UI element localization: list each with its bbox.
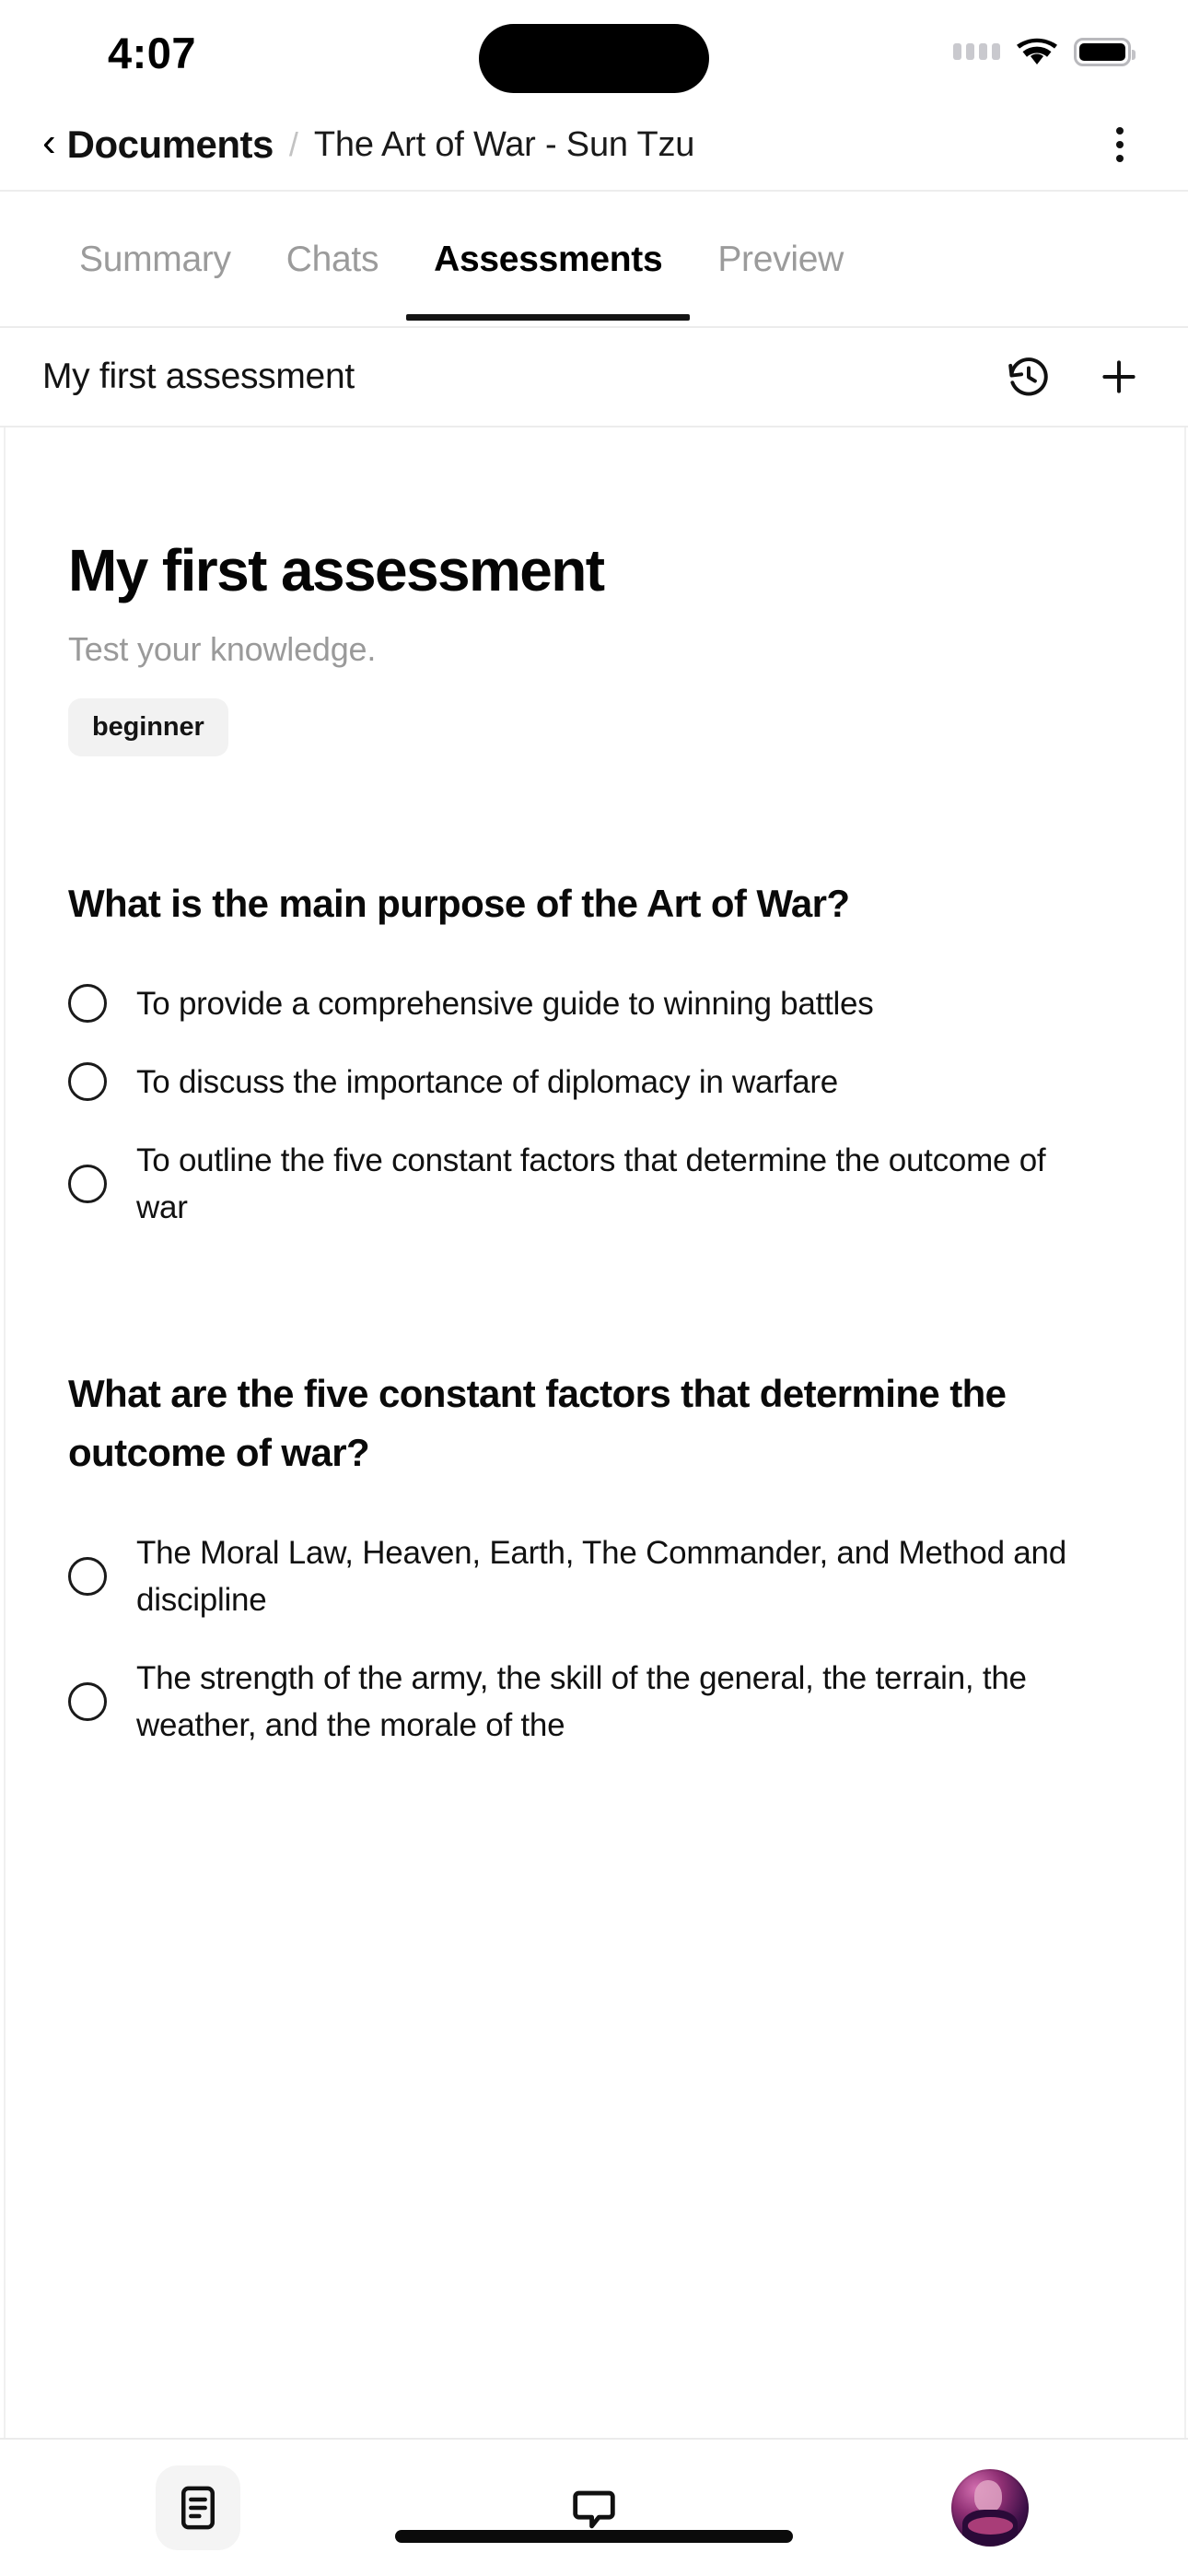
- signal-dots-icon: [953, 43, 1000, 60]
- radio-button-icon[interactable]: [68, 1681, 107, 1721]
- avatar[interactable]: [951, 2469, 1029, 2547]
- option-row[interactable]: The strength of the army, the skill of t…: [68, 1639, 1100, 1764]
- option-row[interactable]: To provide a comprehensive guide to winn…: [68, 965, 1100, 1043]
- tab-summary[interactable]: Summary: [52, 240, 259, 321]
- chevron-left-icon[interactable]: ‹: [42, 123, 56, 163]
- tab-chats[interactable]: Chats: [259, 240, 406, 321]
- plus-icon[interactable]: [1092, 350, 1146, 404]
- nav-item-documents[interactable]: [0, 2465, 396, 2550]
- question-text: What are the five constant factors that …: [68, 1371, 1007, 1474]
- assessment-name: My first assessment: [42, 357, 355, 396]
- assessment-actions: [1002, 350, 1146, 404]
- radio-button-icon[interactable]: [68, 1556, 107, 1596]
- question-block: What is the main purpose of the Art of W…: [68, 874, 1122, 1247]
- radio-button-icon[interactable]: [68, 1164, 107, 1203]
- assessment-scroll-area[interactable]: My first assessment Test your knowledge.…: [4, 427, 1186, 2438]
- history-clock-icon[interactable]: [1002, 350, 1055, 404]
- dynamic-island: [479, 24, 709, 93]
- status-bar: 4:07: [0, 0, 1188, 100]
- difficulty-badge: beginner: [68, 697, 228, 756]
- tab-assessments[interactable]: Assessments: [406, 240, 691, 321]
- phone-screen: 4:07 ‹ Documents / The Art of War - Sun …: [0, 0, 1188, 2576]
- status-time: 4:07: [107, 28, 197, 77]
- bottom-navigation: [0, 2438, 1188, 2576]
- home-indicator: [395, 2530, 793, 2543]
- status-indicators: [953, 33, 1136, 66]
- option-label: To provide a comprehensive guide to winn…: [136, 985, 874, 1022]
- option-list: The Moral Law, Heaven, Earth, The Comman…: [68, 1514, 1122, 1764]
- option-label: The strength of the army, the skill of t…: [136, 1659, 1027, 1743]
- assessment-toolbar: My first assessment: [0, 328, 1188, 427]
- page-subtitle: Test your knowledge.: [68, 629, 377, 668]
- question-text: What is the main purpose of the Art of W…: [68, 881, 850, 925]
- wifi-icon: [1017, 37, 1057, 66]
- radio-button-icon[interactable]: [68, 984, 107, 1024]
- document-lines-icon[interactable]: [156, 2465, 240, 2550]
- option-list: To provide a comprehensive guide to winn…: [68, 965, 1122, 1247]
- option-row[interactable]: To discuss the importance of diplomacy i…: [68, 1043, 1100, 1121]
- battery-full-icon: [1074, 37, 1136, 66]
- option-label: To discuss the importance of diplomacy i…: [136, 1063, 838, 1100]
- tab-preview[interactable]: Preview: [690, 240, 871, 321]
- option-row[interactable]: To outline the five constant factors tha…: [68, 1121, 1100, 1247]
- breadcrumb-separator: /: [288, 125, 298, 163]
- tab-bar: Summary Chats Assessments Preview: [0, 192, 1188, 328]
- page-title: My first assessment: [68, 537, 605, 603]
- option-label: To outline the five constant factors tha…: [136, 1142, 1046, 1225]
- breadcrumb-root[interactable]: Documents: [67, 123, 274, 167]
- option-row[interactable]: The Moral Law, Heaven, Earth, The Comman…: [68, 1514, 1100, 1639]
- nav-item-profile[interactable]: [792, 2469, 1188, 2547]
- option-label: The Moral Law, Heaven, Earth, The Comman…: [136, 1534, 1066, 1618]
- breadcrumb: ‹ Documents / The Art of War - Sun Tzu: [0, 100, 1188, 192]
- kebab-menu-icon[interactable]: [1096, 117, 1144, 172]
- question-block: What are the five constant factors that …: [68, 1364, 1122, 1764]
- breadcrumb-current[interactable]: The Art of War - Sun Tzu: [314, 125, 694, 165]
- radio-button-icon[interactable]: [68, 1062, 107, 1102]
